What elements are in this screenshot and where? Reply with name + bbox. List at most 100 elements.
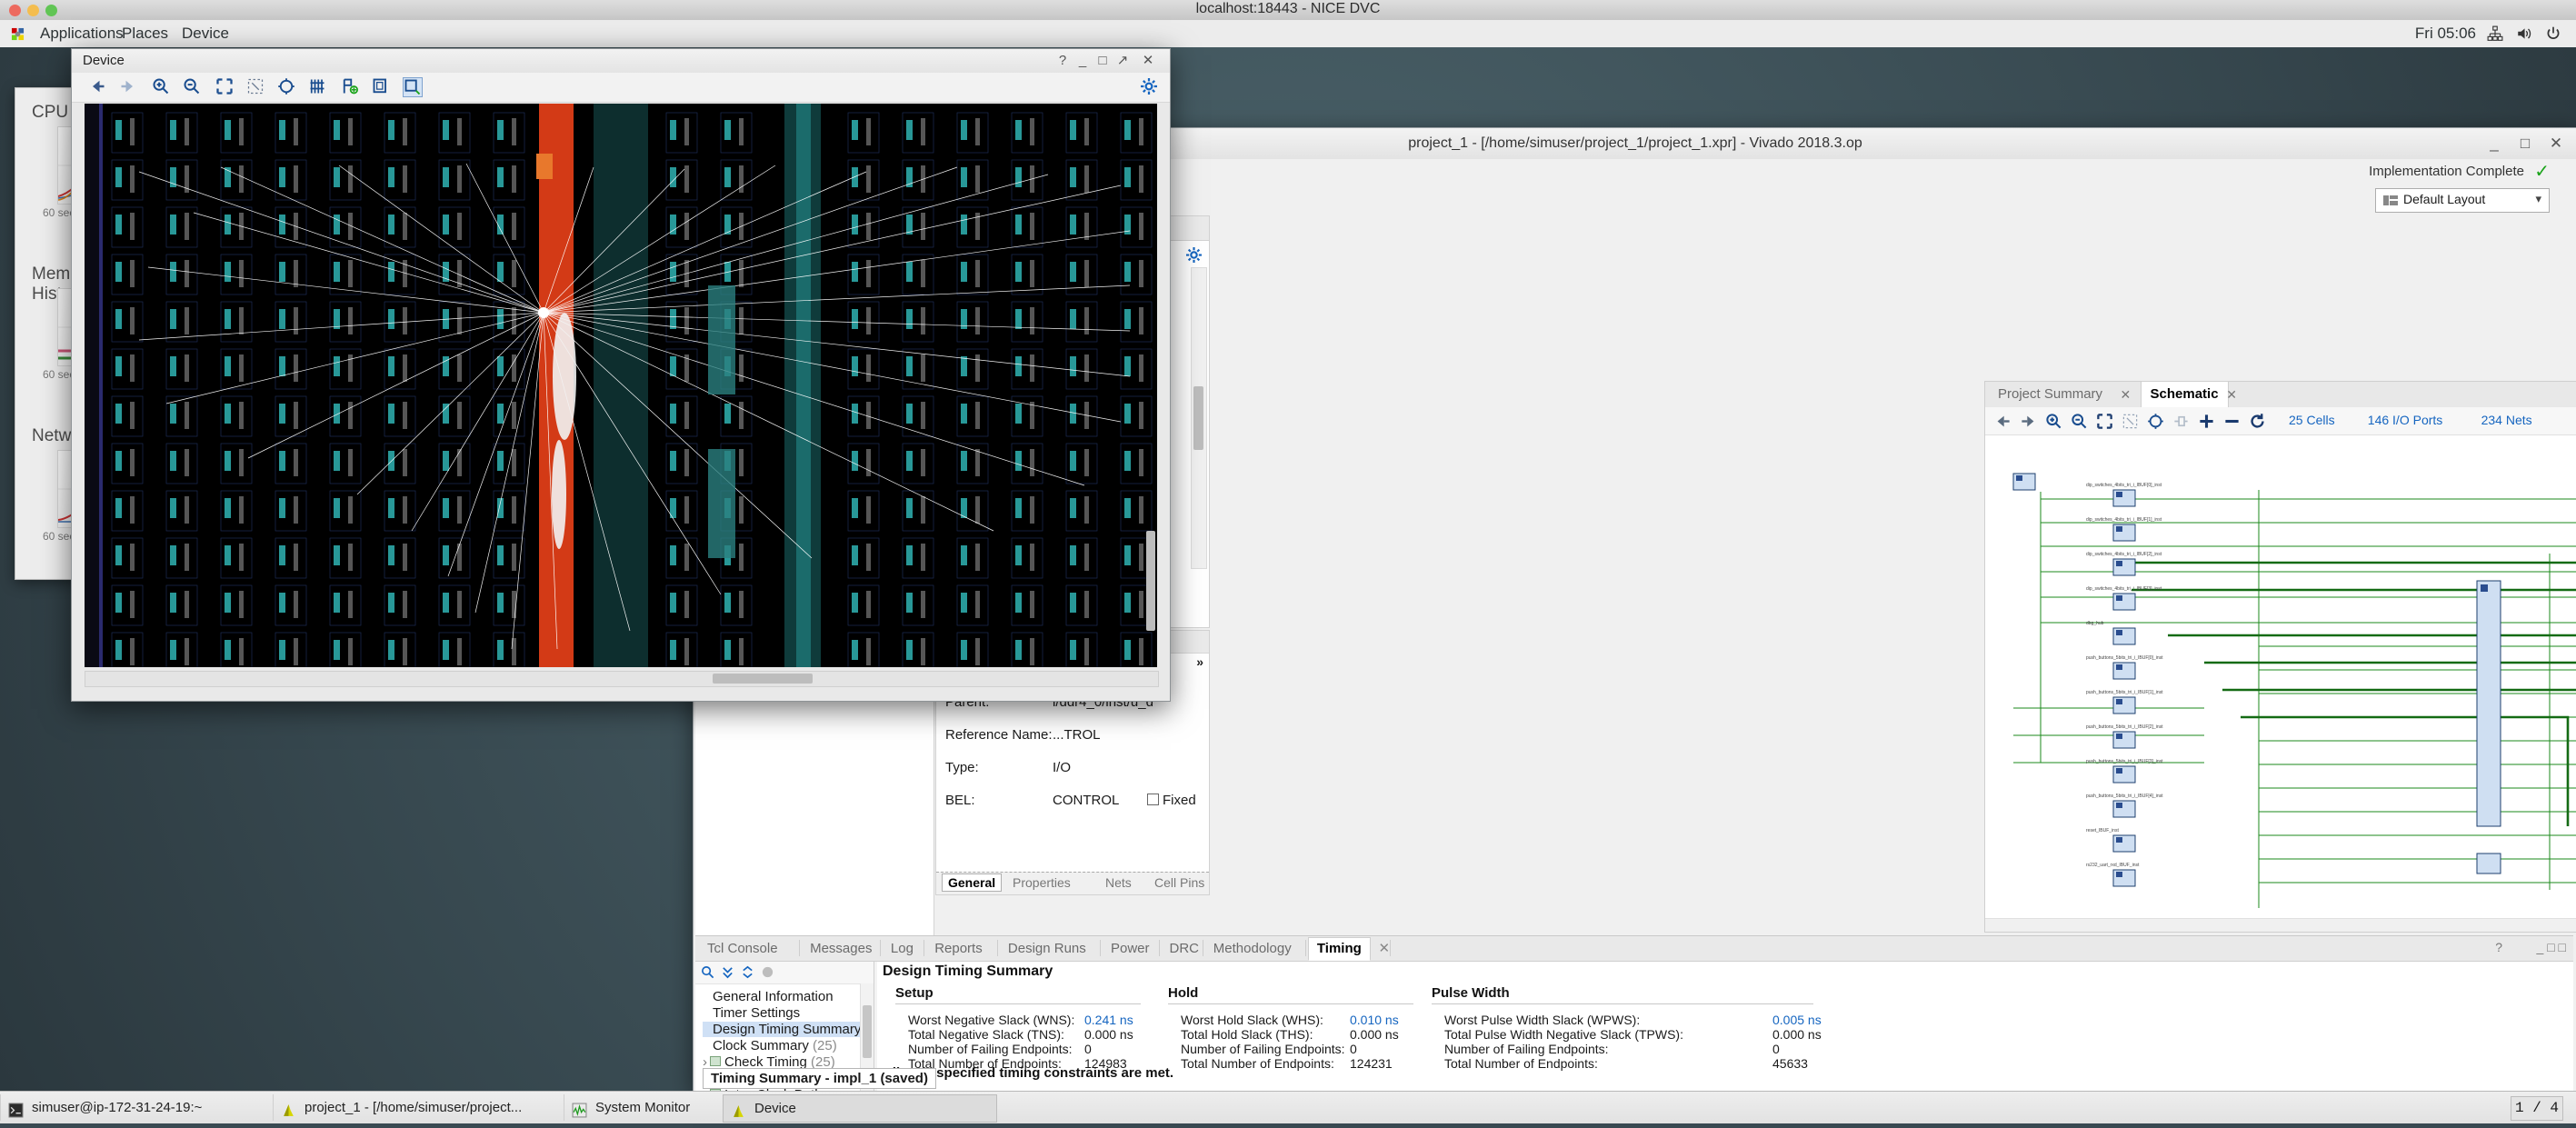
dock-tabbar[interactable]: Tcl Console MessagesLogReports Design Runs… [695, 936, 2573, 962]
property-key: BEL: [945, 793, 975, 808]
routing-resources-icon[interactable] [308, 77, 326, 95]
pin-icon[interactable] [2172, 413, 2190, 430]
device-vscroll-thumb[interactable] [1146, 531, 1155, 631]
dock-tab-drc[interactable]: DRC [1162, 938, 1208, 960]
fixed-checkbox-label[interactable]: Fixed [1147, 793, 1196, 808]
highlight-leaf-icon[interactable] [372, 77, 390, 95]
netlist-scrollbar[interactable] [1191, 267, 1207, 569]
schematic-panel[interactable]: Project Summary✕Schematic✕ 25 Cells146 I… [1984, 381, 2576, 933]
search-icon[interactable] [701, 965, 714, 979]
device-window[interactable]: Device ? _ □ ↗ ✕ [71, 48, 1171, 702]
fixed-checkbox[interactable] [1147, 794, 1159, 805]
properties-tab-properties[interactable]: Properties [1013, 875, 1071, 890]
gear-icon[interactable] [1186, 247, 1202, 263]
expand-icon[interactable]: » [1196, 654, 1203, 669]
device-toolbar[interactable] [72, 73, 1170, 103]
device-help-button[interactable]: ? [1053, 49, 1072, 73]
dock-tab-messages[interactable]: Messages [802, 938, 880, 960]
draw-pblock-icon[interactable] [403, 77, 423, 97]
schematic-stat[interactable]: 146 I/O Ports [2368, 413, 2442, 427]
timing-tree-toolbar[interactable] [695, 962, 874, 984]
dock-help-icon[interactable]: ? [2495, 940, 2502, 954]
schematic-cell-label: push_buttons_5bits_tri_i_IBUF[3]_inst [2086, 759, 2163, 764]
vivado-close-button[interactable]: ✕ [2541, 128, 2571, 159]
back-arrow-icon[interactable] [88, 77, 106, 95]
schematic-tabbar[interactable]: Project Summary✕Schematic✕ [1985, 382, 2576, 408]
zoom-area-icon[interactable] [246, 77, 265, 95]
taskbar-item-simuser[interactable]: simuser@ip-172-31-24-19:~ [0, 1094, 274, 1121]
dock-tab-tcl-console[interactable]: Tcl Console [699, 938, 786, 960]
device-float-button[interactable]: ↗ [1113, 49, 1132, 73]
zoom-in-icon[interactable] [2045, 413, 2062, 430]
device-canvas[interactable] [85, 104, 1157, 667]
zoom-area-icon[interactable] [2122, 413, 2139, 430]
summary-metric-label: Total Hold Slack (THS): [1181, 1027, 1313, 1042]
zoom-out-icon[interactable] [183, 77, 201, 95]
dock-tab-log[interactable]: Log [883, 938, 922, 960]
summary-metric-value: 0.000 ns [1350, 1027, 1399, 1042]
refresh-icon[interactable] [2249, 413, 2266, 430]
schematic-stat[interactable]: 25 Cells [2289, 413, 2335, 427]
bottom-dock[interactable]: Tcl Console MessagesLogReports Design Runs… [695, 935, 2573, 1091]
clock[interactable]: Fri 05:06 [2415, 20, 2476, 47]
network-icon[interactable] [2487, 25, 2503, 42]
properties-tab-cell-pins[interactable]: Cell Pins [1154, 875, 1204, 890]
properties-tab-general[interactable]: General [942, 873, 1002, 892]
power-icon[interactable] [2545, 25, 2561, 42]
timing-tree-item-general-information[interactable]: General Information [703, 989, 834, 1004]
vivado-maximize-button[interactable]: □ [2510, 128, 2541, 159]
device-close-button[interactable]: ✕ [1139, 49, 1157, 73]
schematic-tab-project-summary[interactable]: Project Summary [1989, 382, 2112, 407]
properties-tab-nets[interactable]: Nets [1105, 875, 1132, 890]
dock-tab-design-runs[interactable]: Design Runs [1000, 938, 1094, 960]
collapse-all-icon[interactable] [721, 965, 734, 979]
device-maximize-button[interactable]: □ [1093, 49, 1112, 73]
forward-arrow-icon[interactable] [2020, 413, 2037, 430]
device-titlebar[interactable]: Device ? _ □ ↗ ✕ [72, 49, 1170, 74]
autofit-icon[interactable] [2147, 413, 2164, 430]
taskbar[interactable]: simuser@ip-172-31-24-19:~project_1 - [/h… [0, 1091, 2576, 1123]
expand-all-icon[interactable] [741, 965, 754, 979]
back-arrow-icon[interactable] [1994, 413, 2012, 430]
close-icon[interactable]: ✕ [2226, 382, 2237, 407]
layout-select[interactable]: Default Layout ▾ [2375, 188, 2550, 213]
collapse-minus-icon[interactable] [2223, 413, 2241, 430]
timing-tree-item-timer-settings[interactable]: Timer Settings [703, 1005, 800, 1021]
timing-tree-item-design-timing-summary[interactable]: Design Timing Summary [703, 1022, 861, 1037]
schematic-hscrollbar[interactable] [1985, 918, 2576, 932]
volume-icon[interactable] [2516, 25, 2532, 42]
device-minimize-button[interactable]: _ [1073, 49, 1092, 73]
dock-tab-timing[interactable]: Timing [1308, 937, 1371, 961]
gear-icon[interactable] [1141, 78, 1157, 95]
zoom-in-icon[interactable] [152, 77, 170, 95]
place-cell-icon[interactable] [341, 77, 359, 95]
zoom-fit-icon[interactable] [2096, 413, 2113, 430]
menu-places[interactable]: Places [113, 20, 177, 47]
timing-tree-item-clock-summary[interactable]: Clock Summary (25) [703, 1038, 837, 1053]
schematic-stat[interactable]: 234 Nets [2481, 413, 2532, 427]
menu-device[interactable]: Device [173, 20, 238, 47]
close-icon[interactable]: ✕ [2121, 382, 2132, 407]
zoom-out-icon[interactable] [2071, 413, 2088, 430]
taskbar-item-system[interactable]: System Monitor [564, 1094, 724, 1121]
zoom-fit-icon[interactable] [215, 77, 234, 95]
close-icon[interactable]: ✕ [1371, 938, 1399, 960]
taskbar-item-label: System Monitor [595, 1100, 690, 1115]
pause-icon[interactable] [761, 965, 774, 979]
autofit-selection-icon[interactable] [277, 77, 295, 95]
vivado-minimize-button[interactable]: _ [2479, 128, 2510, 159]
dock-window-buttons[interactable]: _ □ □ [2537, 940, 2566, 954]
dock-tab-reports[interactable]: Reports [926, 938, 991, 960]
dock-tab-power[interactable]: Power [1103, 938, 1158, 960]
schematic-toolbar[interactable]: 25 Cells 146 I/O Ports 234 Nets [1985, 407, 2576, 435]
timing-summary-footer-tab[interactable]: Timing Summary - impl_1 (saved) [703, 1068, 936, 1089]
device-hscrollbar[interactable] [85, 671, 1159, 687]
properties-tabs[interactable]: General Properties Nets Cell Pins [936, 872, 1209, 894]
taskbar-item-device[interactable]: Device [723, 1094, 997, 1123]
expand-plus-icon[interactable] [2198, 413, 2215, 430]
dock-tab-methodology[interactable]: Methodology [1205, 938, 1300, 960]
schematic-tab-schematic[interactable]: Schematic [2141, 382, 2229, 407]
schematic-canvas[interactable]: dip_switches_4bits_tri_i_IBUF[0]_instdip… [1986, 435, 2576, 931]
workspace-indicator[interactable]: 1 / 4 [2511, 1096, 2563, 1121]
taskbar-item-project1[interactable]: project_1 - [/home/simuser/project... [273, 1094, 564, 1121]
